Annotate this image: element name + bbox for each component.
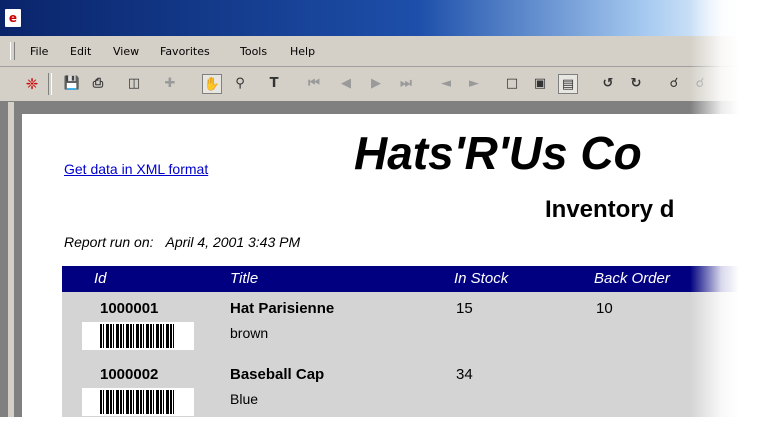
fit-page-icon[interactable]: ▣	[530, 74, 550, 94]
menu-view[interactable]: View	[113, 45, 139, 58]
save-icon[interactable]: 💾	[62, 74, 82, 94]
company-title: Hats'R'Us Co	[354, 127, 642, 179]
acrobat-icon[interactable]: ❈	[22, 74, 42, 94]
first-page-icon[interactable]: ⏮	[304, 74, 324, 94]
page-view-icon[interactable]: ◫	[124, 74, 144, 94]
table-header: Id Title In Stock Back Order	[62, 266, 760, 292]
actual-size-icon[interactable]: □	[502, 74, 522, 94]
table-row: 1000002 Baseball Cap Blue 34	[62, 358, 760, 426]
menu-file[interactable]: File	[30, 45, 48, 58]
hand-tool-icon[interactable]: ✋	[202, 74, 222, 94]
report-run-date: April 4, 2001 3:43 PM	[165, 234, 301, 250]
toolbar-separator	[48, 73, 52, 95]
menu-bar-grip[interactable]	[10, 42, 15, 60]
column-header-id: Id	[94, 270, 107, 287]
acrobat-toolbar: ❈ 💾 ⎙ ◫ ✚ ✋ ⚲ T ⏮ ◀ ▶ ⏭ ◄ ► □ ▣ ▤ ↺ ↻ ☌ …	[0, 67, 760, 102]
zoom-icon[interactable]: ⚲	[230, 74, 250, 94]
report-subtitle: Inventory d	[545, 196, 675, 223]
find-icon[interactable]: ☌	[664, 74, 684, 94]
fit-width-icon[interactable]: ▤	[558, 74, 578, 94]
inventory-table: 1000001 Hat Parisienne brown 15 10 10000…	[62, 292, 760, 417]
item-id: 1000002	[100, 366, 159, 383]
menu-help[interactable]: Help	[290, 45, 315, 58]
find-again-icon[interactable]: ☌	[690, 74, 710, 94]
item-in-stock: 34	[456, 366, 473, 383]
item-id: 1000001	[100, 300, 159, 317]
last-page-icon[interactable]: ⏭	[396, 74, 416, 94]
move-icon[interactable]: ✚	[160, 74, 180, 94]
table-row: 1000001 Hat Parisienne brown 15 10	[62, 292, 760, 360]
column-header-title: Title	[230, 270, 259, 287]
barcode-image	[82, 388, 194, 416]
item-back-order: 10	[596, 300, 613, 317]
report-run-info: Report run on: April 4, 2001 3:43 PM	[64, 234, 300, 250]
item-color: brown	[230, 325, 269, 341]
window-title-bar[interactable]: e	[0, 0, 760, 36]
app-icon[interactable]: e	[4, 8, 22, 28]
document-pane-border	[8, 102, 14, 417]
item-color: Blue	[230, 391, 259, 407]
previous-page-icon[interactable]: ◀	[336, 74, 356, 94]
menu-favorites[interactable]: Favorites	[160, 45, 210, 58]
column-header-in-stock: In Stock	[454, 270, 509, 287]
rotate-left-icon[interactable]: ↺	[598, 74, 618, 94]
menu-edit[interactable]: Edit	[70, 45, 91, 58]
item-in-stock: 15	[456, 300, 473, 317]
go-back-icon[interactable]: ◄	[436, 74, 456, 94]
column-header-back-order: Back Order	[594, 270, 670, 287]
report-run-label: Report run on:	[64, 234, 154, 250]
xml-data-link[interactable]: Get data in XML format	[64, 161, 208, 177]
report-page: Get data in XML format Hats'R'Us Co Inve…	[22, 114, 760, 417]
print-icon[interactable]: ⎙	[88, 74, 108, 94]
menu-bar: File Edit View Favorites Tools Help	[0, 36, 760, 67]
menu-tools[interactable]: Tools	[240, 45, 267, 58]
next-page-icon[interactable]: ▶	[366, 74, 386, 94]
item-title: Hat Parisienne	[230, 300, 335, 317]
barcode-image	[82, 322, 194, 350]
rotate-right-icon[interactable]: ↻	[626, 74, 646, 94]
item-title: Baseball Cap	[230, 366, 325, 383]
go-forward-icon[interactable]: ►	[464, 74, 484, 94]
text-select-icon[interactable]: T	[264, 74, 284, 94]
document-pane[interactable]: Get data in XML format Hats'R'Us Co Inve…	[0, 102, 760, 417]
